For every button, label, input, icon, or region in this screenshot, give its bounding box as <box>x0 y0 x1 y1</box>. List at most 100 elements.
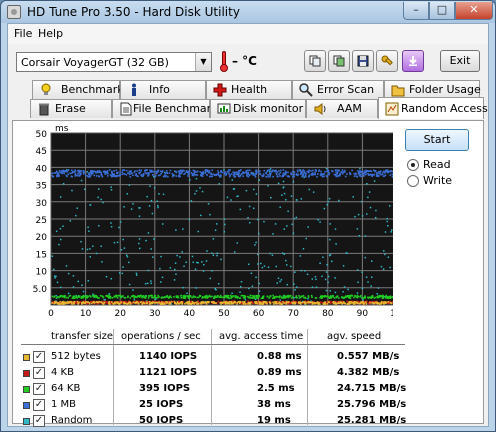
series-point <box>353 175 356 177</box>
series-checkbox[interactable]: ✓ <box>33 399 45 411</box>
start-button[interactable]: Start <box>405 129 469 151</box>
series-point <box>249 294 252 297</box>
series-point <box>343 169 346 172</box>
tab-error-scan[interactable]: Error Scan <box>292 80 384 99</box>
chevron-down-icon[interactable]: ▼ <box>195 53 211 71</box>
tab-benchmark-label: Benchmark <box>61 83 124 96</box>
write-radio[interactable] <box>407 175 419 187</box>
download-button[interactable] <box>402 50 424 72</box>
drive-select[interactable]: Corsair VoyagerGT (32 GB) ▼ <box>16 52 212 72</box>
series-checkbox[interactable]: ✓ <box>33 367 45 379</box>
tab-health[interactable]: Health <box>206 80 292 99</box>
series-point <box>301 175 303 178</box>
row-access-time: 0.88 ms <box>257 351 302 362</box>
random-point <box>268 170 271 173</box>
series-point <box>247 302 249 305</box>
read-radio[interactable] <box>407 159 419 171</box>
series-point <box>220 169 222 172</box>
series-point <box>97 171 99 174</box>
tab-random-access[interactable]: Random Access <box>378 97 488 119</box>
random-point <box>69 220 72 222</box>
series-point <box>208 171 211 174</box>
random-point <box>100 245 102 247</box>
series-point <box>335 169 337 171</box>
series-point <box>76 300 79 303</box>
series-point <box>327 169 330 172</box>
table-row: ✓ Random 50 IOPS 19 ms 25.281 MB/s <box>21 413 406 429</box>
series-point <box>52 175 54 178</box>
random-point <box>161 223 164 225</box>
series-point <box>269 295 272 297</box>
download-icon <box>409 56 417 66</box>
menu-file[interactable]: File <box>14 27 32 40</box>
minimize-button[interactable]: – <box>403 2 429 20</box>
file-icon <box>120 102 132 116</box>
series-point <box>268 172 271 175</box>
random-point <box>275 265 278 268</box>
save-button[interactable] <box>352 50 374 72</box>
series-point <box>187 175 189 177</box>
random-point <box>197 262 199 264</box>
options-button[interactable] <box>376 50 398 72</box>
series-point <box>258 301 261 304</box>
tab-file-benchmark-label: File Benchmark <box>133 102 218 115</box>
random-point <box>253 188 255 191</box>
random-point <box>277 277 280 280</box>
series-point <box>69 172 71 175</box>
tab-disk-monitor[interactable]: Disk monitor <box>210 99 306 118</box>
tab-aam[interactable]: AAM <box>306 99 378 118</box>
maximize-button[interactable]: □ <box>429 2 455 20</box>
random-point <box>110 277 113 280</box>
series-point <box>293 173 296 176</box>
series-point <box>286 301 288 303</box>
random-point <box>319 221 321 223</box>
series-checkbox[interactable]: ✓ <box>33 351 45 363</box>
random-point <box>209 277 212 280</box>
series-checkbox[interactable]: ✓ <box>33 383 45 395</box>
exit-button[interactable]: Exit <box>440 50 480 72</box>
toolbar: Corsair VoyagerGT (32 GB) ▼ – °C Exit <box>8 44 488 76</box>
folder-icon <box>391 85 405 97</box>
row-speed: 0.557 MB/s <box>337 351 400 362</box>
series-point <box>95 301 98 304</box>
title-bar[interactable]: HD Tune Pro 3.50 - Hard Disk Utility – □… <box>1 1 495 23</box>
series-point <box>106 294 108 297</box>
series-checkbox[interactable]: ✓ <box>33 415 45 427</box>
series-point <box>227 294 229 297</box>
tab-benchmark[interactable]: Benchmark <box>32 80 124 99</box>
random-point <box>386 220 388 223</box>
series-point <box>316 175 318 178</box>
series-point <box>358 174 361 177</box>
series-point <box>92 170 95 173</box>
random-point <box>369 206 372 209</box>
random-point <box>89 256 92 258</box>
random-point <box>382 268 385 270</box>
random-point <box>286 283 289 286</box>
series-point <box>110 171 113 174</box>
save-copy-button[interactable] <box>328 50 350 72</box>
series-point <box>152 171 155 173</box>
random-point <box>256 253 259 256</box>
series-point <box>119 173 121 176</box>
series-point <box>131 172 133 175</box>
random-point <box>263 265 266 267</box>
series-point <box>302 295 305 297</box>
random-point <box>283 228 286 230</box>
copy-button[interactable] <box>304 50 326 72</box>
random-access-chart: 50 45 40 35 30 25 20 15 10 5.0 ms 0 10 20 30 40 50 60 70 80… <box>33 124 393 319</box>
series-point <box>354 173 357 176</box>
tab-file-benchmark[interactable]: File Benchmark <box>112 99 218 118</box>
random-point <box>293 297 295 299</box>
series-point <box>236 173 238 176</box>
random-point <box>263 220 265 223</box>
series-point <box>147 297 150 299</box>
series-point <box>373 169 375 172</box>
series-point <box>108 301 111 303</box>
series-point <box>143 302 146 305</box>
x-tick-label: 0 <box>48 309 54 319</box>
menu-help[interactable]: Help <box>38 27 63 40</box>
series-point <box>323 303 326 305</box>
tab-erase[interactable]: Erase <box>30 99 112 118</box>
close-button[interactable]: ✕ <box>455 2 493 20</box>
tab-info[interactable]: Info <box>120 80 206 99</box>
